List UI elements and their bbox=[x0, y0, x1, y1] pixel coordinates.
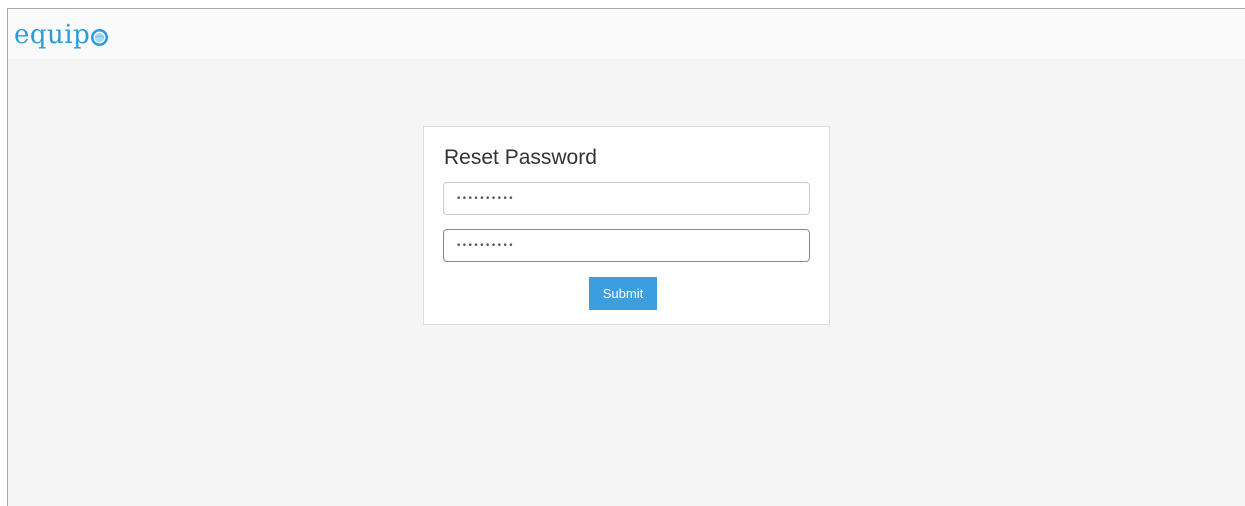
top-header: equip bbox=[8, 9, 1245, 59]
reset-password-card: Reset Password Submit bbox=[423, 126, 830, 325]
globe-o-icon bbox=[91, 29, 109, 46]
submit-button[interactable]: Submit bbox=[589, 277, 657, 310]
brand-logo[interactable]: equip bbox=[14, 16, 109, 50]
new-password-input[interactable] bbox=[443, 182, 810, 215]
logo-text: equip bbox=[14, 20, 91, 50]
confirm-password-input[interactable] bbox=[443, 229, 810, 262]
app-frame: equip Reset Password Submit bbox=[7, 8, 1245, 506]
card-title: Reset Password bbox=[444, 146, 597, 169]
